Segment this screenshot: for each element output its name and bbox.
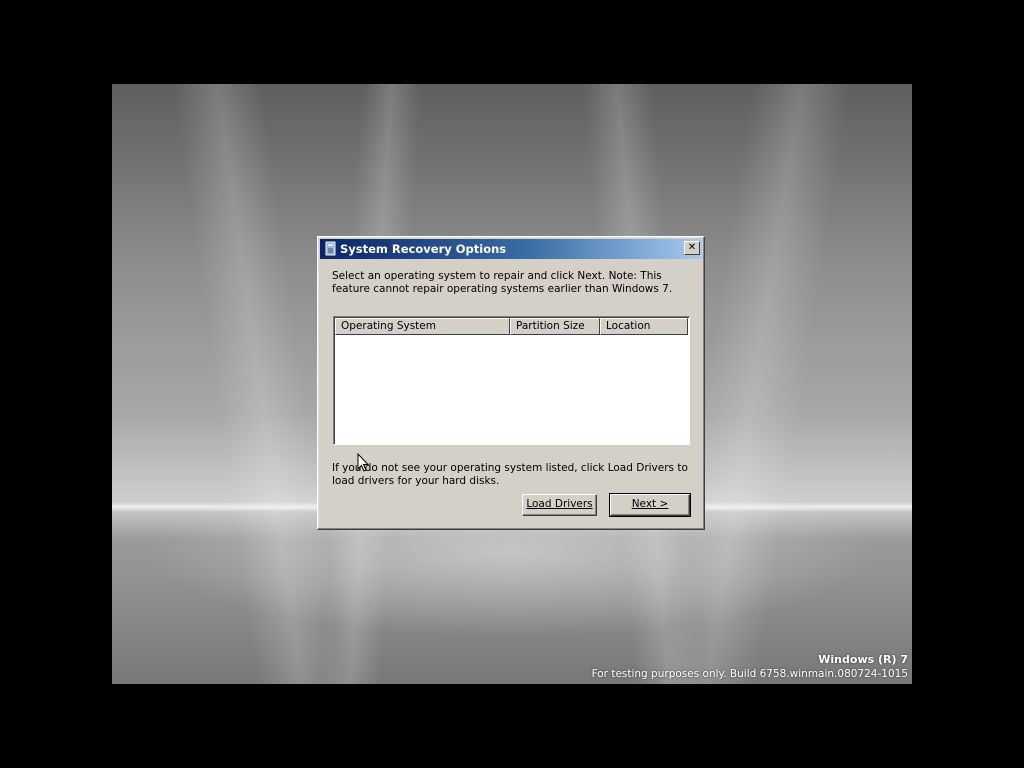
load-drivers-button[interactable]: Load Drivers	[522, 494, 597, 516]
column-header-location[interactable]: Location	[600, 318, 688, 335]
watermark: Windows (R) 7 For testing purposes only.…	[592, 652, 908, 682]
operating-system-list[interactable]: Operating System Partition Size Location	[333, 316, 690, 445]
product-name: Windows (R) 7	[818, 653, 908, 666]
system-recovery-dialog: System Recovery Options ✕ Select an oper…	[317, 236, 705, 530]
instructions-text: Select an operating system to repair and…	[332, 270, 673, 295]
build-string: For testing purposes only. Build 6758.wi…	[591, 668, 908, 680]
next-button[interactable]: Next >	[609, 493, 691, 517]
mouse-pointer-icon	[357, 452, 371, 473]
screen: Windows (R) 7 For testing purposes only.…	[0, 0, 1024, 768]
dialog-title: System Recovery Options	[340, 242, 507, 256]
recovery-disk-icon	[324, 241, 338, 256]
column-header-partition-size[interactable]: Partition Size	[510, 318, 600, 335]
close-icon: ✕	[687, 242, 697, 253]
dialog-titlebar[interactable]: System Recovery Options ✕	[320, 239, 702, 259]
list-header: Operating System Partition Size Location	[335, 318, 688, 335]
close-button[interactable]: ✕	[684, 241, 700, 255]
column-header-operating-system[interactable]: Operating System	[335, 318, 510, 335]
load-drivers-hint: If you do not see your operating system …	[332, 462, 688, 487]
